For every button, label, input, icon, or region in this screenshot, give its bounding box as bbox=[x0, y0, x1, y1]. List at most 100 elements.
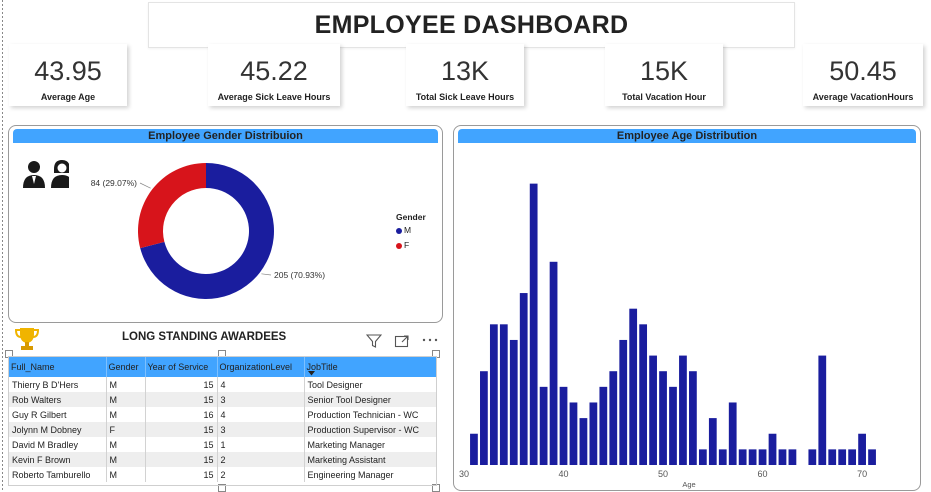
kpi-card-total-sick-leave[interactable]: 13K Total Sick Leave Hours bbox=[406, 44, 524, 106]
histogram-bar[interactable] bbox=[639, 324, 648, 465]
legend-dot-m bbox=[396, 227, 402, 234]
histogram-bar[interactable] bbox=[649, 355, 657, 465]
histogram-bar[interactable] bbox=[559, 386, 568, 465]
cell-job-title: Production Supervisor - WC bbox=[304, 422, 436, 437]
cell-organization-level: 3 bbox=[217, 392, 305, 407]
histogram-bar[interactable] bbox=[689, 371, 697, 465]
histogram-bar[interactable] bbox=[489, 324, 498, 465]
histogram-bar[interactable] bbox=[549, 261, 558, 465]
histogram-bar[interactable] bbox=[788, 449, 797, 465]
histogram-bar[interactable] bbox=[589, 402, 598, 465]
histogram-bar[interactable] bbox=[619, 339, 628, 465]
more-options-icon[interactable] bbox=[421, 333, 439, 347]
histogram-bar[interactable] bbox=[728, 402, 737, 465]
table-row[interactable]: Rob Walters M 15 3 Senior Tool Designer bbox=[9, 392, 436, 407]
cell-year-of-service: 15 bbox=[145, 467, 218, 482]
filter-icon[interactable] bbox=[366, 333, 382, 349]
cell-job-title: Engineering Manager bbox=[304, 467, 436, 482]
histogram-bar[interactable] bbox=[470, 433, 478, 465]
data-label-leader-line bbox=[261, 273, 272, 276]
histogram-bar[interactable] bbox=[718, 449, 727, 465]
age-histogram-chart[interactable]: 30 40 50 60 70 Age bbox=[454, 126, 920, 490]
cell-job-title: Marketing Assistant bbox=[304, 452, 436, 467]
cell-gender: M bbox=[106, 437, 146, 452]
histogram-bar[interactable] bbox=[808, 449, 817, 465]
histogram-bar[interactable] bbox=[659, 371, 667, 465]
kpi-label: Average Sick Leave Hours bbox=[217, 92, 331, 102]
histogram-bar[interactable] bbox=[858, 433, 866, 465]
histogram-bar[interactable] bbox=[480, 371, 488, 465]
histogram-bar[interactable] bbox=[838, 449, 847, 465]
cell-full-name: David M Bradley bbox=[9, 437, 107, 452]
histogram-bar[interactable] bbox=[758, 449, 767, 465]
column-header-year-of-service[interactable]: Year of Service bbox=[145, 357, 218, 377]
histogram-bar[interactable] bbox=[609, 371, 618, 465]
cell-full-name: Roberto Tamburello bbox=[9, 467, 107, 482]
kpi-card-average-age[interactable]: 43.95 Average Age bbox=[9, 44, 127, 106]
legend-dot-f bbox=[396, 242, 402, 249]
table-row[interactable]: Thierry B D'Hers M 15 4 Tool Designer bbox=[9, 377, 436, 392]
legend-label-f: F bbox=[404, 240, 410, 250]
histogram-bar[interactable] bbox=[569, 402, 578, 465]
table-row[interactable]: Roberto Tamburello M 15 2 Engineering Ma… bbox=[9, 467, 436, 482]
legend-item-m[interactable]: M bbox=[396, 225, 411, 235]
kpi-card-average-sick-leave[interactable]: 45.22 Average Sick Leave Hours bbox=[208, 44, 340, 106]
histogram-bar[interactable] bbox=[778, 449, 787, 465]
x-tick-label: 70 bbox=[857, 469, 867, 479]
cell-year-of-service: 15 bbox=[145, 377, 218, 392]
age-distribution-panel[interactable]: Employee Age Distribution 30 40 50 60 70 Age bbox=[453, 125, 921, 491]
gender-donut-chart[interactable]: 205 (70.93%) 84 (29.07%) bbox=[9, 126, 442, 322]
histogram-bar[interactable] bbox=[828, 449, 837, 465]
histogram-bar[interactable] bbox=[669, 386, 677, 465]
cell-job-title: Production Technician - WC bbox=[304, 407, 436, 422]
cell-year-of-service: 15 bbox=[145, 392, 218, 407]
cell-job-title: Marketing Manager bbox=[304, 437, 436, 452]
column-header-organization-level[interactable]: OrganizationLevel bbox=[217, 357, 305, 377]
cell-job-title: Tool Designer bbox=[304, 377, 436, 392]
kpi-card-average-vacation[interactable]: 50.45 Average VacationHours bbox=[803, 44, 923, 106]
cell-gender: M bbox=[106, 467, 146, 482]
histogram-bar[interactable] bbox=[529, 183, 538, 465]
histogram-bar[interactable] bbox=[818, 355, 827, 465]
x-tick-label: 60 bbox=[758, 469, 768, 479]
x-tick-label: 50 bbox=[658, 469, 668, 479]
histogram-bar[interactable] bbox=[768, 433, 777, 465]
histogram-bar[interactable] bbox=[499, 324, 508, 465]
donut-slice-f[interactable] bbox=[137, 163, 206, 249]
focus-mode-icon[interactable] bbox=[394, 333, 410, 349]
histogram-bar[interactable] bbox=[698, 449, 707, 465]
table-row[interactable]: Kevin F Brown M 15 2 Marketing Assistant bbox=[9, 452, 436, 467]
histogram-bar[interactable] bbox=[519, 293, 528, 465]
cell-job-title: Senior Tool Designer bbox=[304, 392, 436, 407]
gender-distribution-panel[interactable]: Employee Gender Distribuion 205 (70.93%)… bbox=[8, 125, 443, 323]
histogram-bar[interactable] bbox=[509, 339, 518, 465]
histogram-bar[interactable] bbox=[748, 449, 757, 465]
table-row[interactable]: David M Bradley M 15 1 Marketing Manager bbox=[9, 437, 436, 452]
histogram-bar[interactable] bbox=[708, 418, 717, 465]
kpi-value: 15K bbox=[639, 56, 689, 86]
column-header-gender[interactable]: Gender bbox=[106, 357, 146, 377]
histogram-bar[interactable] bbox=[848, 449, 857, 465]
cell-full-name: Jolynn M Dobney bbox=[9, 422, 107, 437]
histogram-bar[interactable] bbox=[679, 355, 687, 465]
table-row[interactable]: Jolynn M Dobney F 15 3 Production Superv… bbox=[9, 422, 436, 437]
cell-year-of-service: 15 bbox=[145, 437, 218, 452]
histogram-bar[interactable] bbox=[539, 386, 548, 465]
histogram-bar[interactable] bbox=[629, 308, 638, 465]
donut-data-label: 84 (29.07%) bbox=[91, 178, 137, 188]
table-row[interactable]: Guy R Gilbert M 16 4 Production Technici… bbox=[9, 407, 436, 422]
histogram-bar[interactable] bbox=[599, 386, 608, 465]
cell-gender: M bbox=[106, 392, 146, 407]
column-header-full-name[interactable]: Full_Name bbox=[9, 357, 107, 377]
legend-label-m: M bbox=[404, 225, 412, 235]
legend-item-f[interactable]: F bbox=[396, 240, 409, 250]
awardees-table[interactable]: Full_Name Gender Year of Service Organiz… bbox=[8, 356, 437, 486]
histogram-bar[interactable] bbox=[579, 418, 588, 465]
column-header-job-title[interactable]: JobTitle bbox=[304, 357, 436, 377]
kpi-card-total-vacation[interactable]: 15K Total Vacation Hour bbox=[605, 44, 723, 106]
cell-full-name: Guy R Gilbert bbox=[9, 407, 107, 422]
cell-organization-level: 4 bbox=[217, 407, 305, 422]
data-label-leader-line bbox=[139, 182, 151, 189]
histogram-bar[interactable] bbox=[738, 449, 747, 465]
histogram-bar[interactable] bbox=[868, 449, 876, 465]
